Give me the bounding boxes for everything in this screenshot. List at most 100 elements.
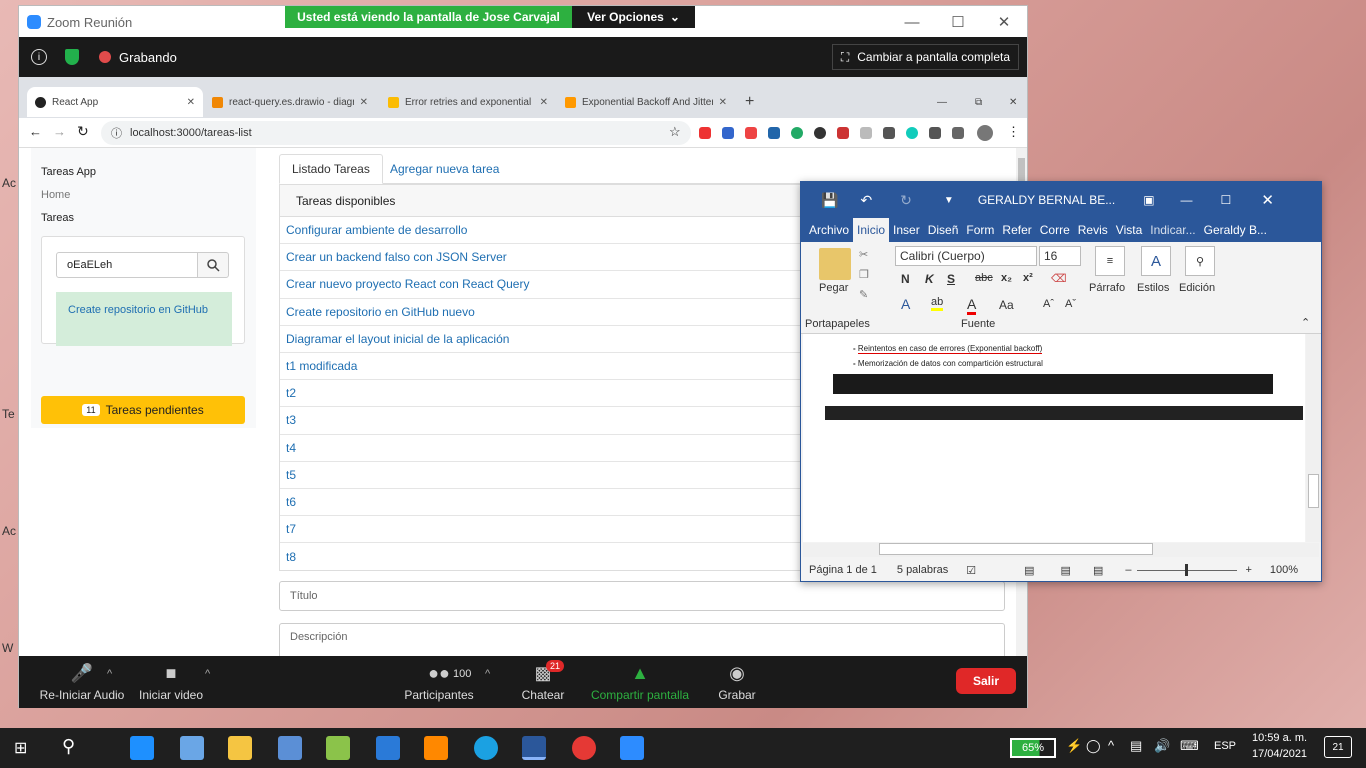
shrink-font-icon[interactable]: Aˇ <box>1065 298 1076 310</box>
collapse-ribbon-icon[interactable]: ⌃ <box>1301 316 1310 329</box>
extension-icon[interactable] <box>722 127 734 139</box>
nav-tareas[interactable]: Tareas <box>41 212 74 224</box>
shield-icon[interactable] <box>65 49 79 65</box>
tab-listado-tareas[interactable]: Listado Tareas <box>279 154 383 184</box>
pending-tasks-button[interactable]: 11 Tareas pendientes <box>41 396 245 424</box>
tab-vista[interactable]: Vista <box>1112 218 1146 242</box>
app-l-icon[interactable] <box>130 736 154 760</box>
font-size-select[interactable]: 16 <box>1039 246 1081 266</box>
text-effects-icon[interactable]: A <box>901 296 910 312</box>
subscript-icon[interactable]: x₂ <box>1001 272 1012 284</box>
customize-icon[interactable]: ▼ <box>944 195 954 206</box>
word-count[interactable]: 5 palabras <box>897 564 948 576</box>
zoom-out-icon[interactable]: – <box>1125 564 1131 576</box>
extension-icon[interactable] <box>768 127 780 139</box>
save-icon[interactable]: 💾 <box>821 192 838 209</box>
print-layout-icon[interactable]: ▤ <box>1061 564 1071 577</box>
styles-label[interactable]: Estilos <box>1137 282 1169 294</box>
avatar[interactable] <box>977 125 993 141</box>
back-icon[interactable]: ← <box>29 124 42 139</box>
menu-icon[interactable]: ⋮ <box>1007 124 1020 140</box>
font-name-select[interactable]: Calibri (Cuerpo) <box>895 246 1037 266</box>
tell-me-field[interactable]: Indicar... <box>1146 218 1199 242</box>
restore-icon[interactable]: ⧉ <box>967 87 991 117</box>
tab-referencias[interactable]: Refer <box>998 218 1035 242</box>
tab-drawio[interactable]: react-query.es.drawio - diagrams ✕ <box>204 87 376 117</box>
tab-correspondencia[interactable]: Corre <box>1036 218 1074 242</box>
mail-icon[interactable] <box>376 736 400 760</box>
keyboard-icon[interactable]: ⌨ <box>1180 738 1199 754</box>
vlc-icon[interactable] <box>424 736 448 760</box>
zoom-icon[interactable] <box>620 736 644 760</box>
fullscreen-button[interactable]: ⛶ Cambiar a pantalla completa <box>831 44 1019 70</box>
doc-horizontal-scrollbar[interactable] <box>803 543 1319 557</box>
superscript-icon[interactable]: x² <box>1023 272 1033 284</box>
search-input[interactable]: oEaELeh <box>56 252 198 278</box>
description-field[interactable]: Descripción <box>279 623 1005 656</box>
extension-icon[interactable] <box>837 127 849 139</box>
underline-icon[interactable]: S <box>947 272 955 286</box>
tab-archivo[interactable]: Archivo <box>801 218 853 242</box>
remote-desktop-icon[interactable] <box>278 736 302 760</box>
copy-icon[interactable]: ❐ <box>859 268 869 281</box>
chevron-up-icon[interactable]: ^ <box>485 668 490 680</box>
leave-button[interactable]: Salir <box>956 668 1016 694</box>
info-icon[interactable]: i <box>31 49 47 65</box>
volume-icon[interactable]: 🔊 <box>1154 738 1170 754</box>
extension-icon[interactable] <box>860 127 872 139</box>
tab-formato[interactable]: Form <box>962 218 998 242</box>
clock-time[interactable]: 10:59 a. m. <box>1252 732 1307 744</box>
web-layout-icon[interactable]: ▤ <box>1093 564 1103 577</box>
italic-icon[interactable]: K <box>925 272 934 286</box>
windows-start-icon[interactable]: ⊞ <box>14 738 27 758</box>
clock-date[interactable]: 17/04/2021 <box>1252 748 1307 760</box>
close-icon[interactable]: ✕ <box>981 6 1027 38</box>
view-options-button[interactable]: Ver Opciones ⌄ <box>572 6 695 28</box>
minimize-icon[interactable]: — <box>889 6 935 38</box>
close-icon[interactable]: ✕ <box>1261 191 1274 209</box>
paragraph-label[interactable]: Párrafo <box>1089 282 1125 294</box>
participants-button[interactable]: ●● Participantes <box>399 656 479 708</box>
star-icon[interactable]: ☆ <box>669 124 681 140</box>
maximize-icon[interactable]: ☐ <box>935 6 981 38</box>
file-explorer-icon[interactable] <box>228 736 252 760</box>
box-icon[interactable] <box>326 736 350 760</box>
zoom-level[interactable]: 100% <box>1270 564 1298 576</box>
video-button[interactable]: ■ Iniciar video <box>135 656 207 708</box>
scrollbar-thumb[interactable] <box>879 543 1153 555</box>
chevron-up-icon[interactable]: ^ <box>1108 738 1114 753</box>
network-icon[interactable]: ▤ <box>1130 738 1142 754</box>
search-result-link[interactable]: Create repositorio en GitHub <box>56 292 232 346</box>
extension-icon[interactable] <box>791 127 803 139</box>
close-tab-icon[interactable]: ✕ <box>719 97 727 108</box>
reload-icon[interactable]: ↻ <box>77 123 89 140</box>
font-color-icon[interactable]: A <box>967 296 977 315</box>
minimize-icon[interactable]: — <box>929 87 953 117</box>
account-name[interactable]: Geraldy B... <box>1200 218 1271 242</box>
minimize-icon[interactable]: — <box>1181 193 1193 207</box>
page-status[interactable]: Página 1 de 1 <box>809 564 877 576</box>
search-button[interactable] <box>197 252 229 278</box>
close-icon[interactable]: ✕ <box>1001 87 1025 117</box>
close-tab-icon[interactable]: ✕ <box>540 97 548 108</box>
url-field[interactable]: ⓘ localhost:3000/tareas-list <box>101 121 691 145</box>
chevron-up-icon[interactable]: ^ <box>107 668 112 680</box>
close-tab-icon[interactable]: ✕ <box>360 97 368 108</box>
paste-label[interactable]: Pegar <box>819 282 848 294</box>
search-icon[interactable]: ⚲ <box>62 736 75 757</box>
tab-insertar[interactable]: Inser <box>889 218 924 242</box>
record-button[interactable]: ◉ Grabar <box>713 656 761 708</box>
close-tab-icon[interactable]: ✕ <box>187 97 195 108</box>
highlight-icon[interactable]: ab <box>931 296 944 311</box>
app-brand[interactable]: Tareas App <box>41 166 96 178</box>
audio-button[interactable]: 🎤 Re-Iniciar Audio <box>27 656 137 708</box>
forward-icon[interactable]: → <box>53 124 66 139</box>
tab-diseno[interactable]: Diseñ <box>924 218 963 242</box>
proofing-icon[interactable]: ☑ <box>966 564 976 577</box>
extension-icon[interactable] <box>906 127 918 139</box>
extension-icon[interactable] <box>745 127 757 139</box>
cast-icon[interactable] <box>952 127 964 139</box>
grow-font-icon[interactable]: Aˆ <box>1043 298 1054 310</box>
strikethrough-icon[interactable]: abc <box>975 272 993 284</box>
edge-icon[interactable] <box>474 736 498 760</box>
